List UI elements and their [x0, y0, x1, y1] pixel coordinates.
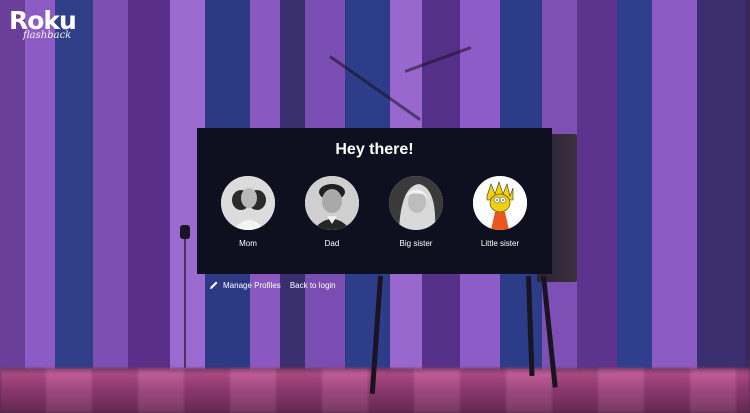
profile-name: Little sister — [480, 239, 520, 248]
manage-profiles-link[interactable]: Manage Profiles — [209, 280, 281, 290]
back-to-login-link[interactable]: Back to login — [290, 281, 336, 290]
wall-stripe — [0, 0, 25, 372]
roku-flashback-logo: Roku flashback — [9, 8, 77, 41]
pencil-icon — [210, 281, 218, 289]
back-to-login-label: Back to login — [289, 280, 336, 290]
profile-name: Big sister — [399, 239, 433, 248]
wall-stripe — [577, 0, 617, 372]
mom-portrait-icon — [221, 176, 275, 230]
tv-plug — [180, 225, 190, 239]
profile-list: Mom Dad Big sister Little sister — [197, 176, 552, 248]
page-title: Hey there! — [335, 141, 414, 158]
logo-tagline: flashback — [23, 30, 72, 41]
manage-profiles-label: Manage Profiles — [223, 280, 281, 290]
wall-stripe — [617, 0, 652, 372]
profile-name: Mom — [239, 239, 257, 248]
lisa-simpson-cartoon-icon — [473, 176, 527, 230]
big-sister-portrait-icon — [389, 176, 443, 230]
wall-stripe — [697, 0, 745, 372]
profile-item-little-sister[interactable]: Little sister — [458, 176, 542, 248]
wall-stripe — [128, 0, 170, 372]
profile-item-mom[interactable]: Mom — [206, 176, 290, 248]
wall-stripe — [652, 0, 697, 372]
wall-stripe — [93, 0, 128, 372]
wall-stripe — [25, 0, 55, 372]
profile-item-big-sister[interactable]: Big sister — [374, 176, 458, 248]
profile-actions: Manage Profiles Back to login — [209, 280, 336, 290]
tv-cord — [184, 238, 186, 368]
wall-stripe — [55, 0, 93, 372]
dad-portrait-icon — [305, 176, 359, 230]
profile-item-dad[interactable]: Dad — [290, 176, 374, 248]
profile-name: Dad — [324, 239, 340, 248]
profile-select-panel: Hey there! Mom Dad Big sister Little sis… — [197, 128, 552, 274]
